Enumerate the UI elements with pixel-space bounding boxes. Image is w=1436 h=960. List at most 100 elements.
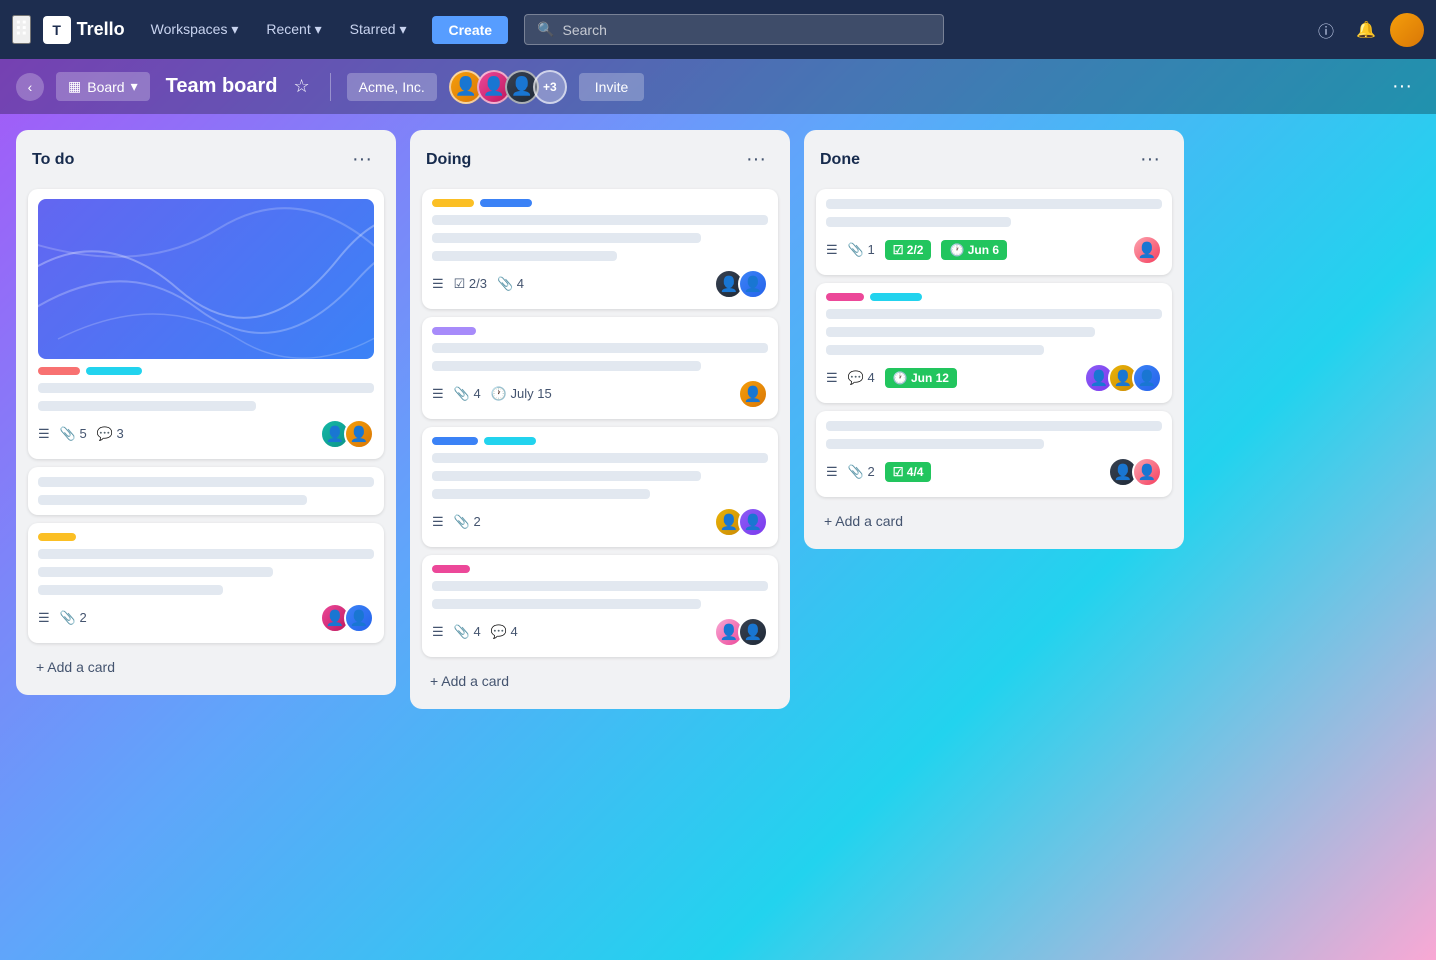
list-icon: ☰ [38,610,50,626]
card-8[interactable]: ☰ 📎 1 ☑ 2/2 🕐 Jun 6 👤 [816,189,1172,275]
workspaces-menu[interactable]: Workspaces ▾ [141,15,249,44]
list-title-doing: Doing [426,151,471,169]
trello-logo-icon: T [43,16,71,44]
card-4-labels [432,199,768,207]
card-2-line-1 [38,477,374,487]
search-bar[interactable]: 🔍 [524,14,944,45]
card-9-line-3 [826,345,1044,355]
list-icon: ☰ [826,242,838,258]
list-todo: To do ··· ☰ 📎 5 💬 3 👤 [16,130,396,695]
attach-count: 📎 2 [60,610,87,626]
starred-menu[interactable]: Starred ▾ [340,15,417,44]
card-3-footer: ☰ 📎 2 👤 👤 [38,603,374,633]
card-8-meta: ☰ 📎 1 ☑ 2/2 🕐 Jun 6 [826,240,1007,260]
card-3-avatars: 👤 👤 [320,603,374,633]
card-6[interactable]: ☰ 📎 2 👤 👤 [422,427,778,547]
card-9-footer: ☰ 💬 4 🕐 Jun 12 👤 👤 👤 [826,363,1162,393]
create-button[interactable]: Create [432,16,508,44]
member-count-badge[interactable]: +3 [533,70,567,104]
card-9-line-2 [826,327,1095,337]
card-5[interactable]: ☰ 📎 4 🕐 July 15 👤 [422,317,778,419]
collapse-sidebar-button[interactable]: ‹ [16,73,44,101]
card-7-footer: ☰ 📎 4 💬 4 👤 👤 [432,617,768,647]
card-2[interactable] [28,467,384,515]
card-avatar-pink-light2[interactable]: 👤 [1132,457,1162,487]
card-10-avatars: 👤 👤 [1108,457,1162,487]
card-3-line-2 [38,567,273,577]
card-1-footer: ☰ 📎 5 💬 3 👤 👤 [38,419,374,449]
user-avatar[interactable] [1390,13,1424,47]
list-done: Done ··· ☰ 📎 1 ☑ 2/2 🕐 Jun 6 👤 [804,130,1184,549]
list-header-done: Done ··· [816,142,1172,181]
label-yellow [38,533,76,541]
list-header-doing: Doing ··· [422,142,778,181]
card-10[interactable]: ☰ 📎 2 ☑ 4/4 👤 👤 [816,411,1172,497]
invite-button[interactable]: Invite [579,73,644,101]
card-7[interactable]: ☰ 📎 4 💬 4 👤 👤 [422,555,778,657]
search-icon: 🔍 [537,21,554,38]
list-doing: Doing ··· ☰ ☑ 2/3 📎 4 👤 👤 [410,130,790,709]
list-title-done: Done [820,151,860,169]
card-avatar-amber[interactable]: 👤 [344,419,374,449]
workspace-chip[interactable]: Acme, Inc. [347,73,437,101]
list-more-todo[interactable]: ··· [344,146,380,173]
info-button[interactable]: ⓘ [1310,14,1342,46]
card-avatar-amber2[interactable]: 👤 [738,379,768,409]
checklist-badge: ☑ 2/3 [454,276,487,292]
grid-icon[interactable]: ⠿ [12,15,31,44]
card-avatar-purple[interactable]: 👤 [738,507,768,537]
card-8-line-1 [826,199,1162,209]
card-avatar-blue[interactable]: 👤 [344,603,374,633]
search-input[interactable] [563,22,932,38]
card-avatar-pink-light[interactable]: 👤 [1132,235,1162,265]
label-yellow2 [432,199,474,207]
card-3-meta: ☰ 📎 2 [38,610,87,626]
card-1-meta: ☰ 📎 5 💬 3 [38,426,124,442]
card-3-labels [38,533,374,541]
notifications-button[interactable]: 🔔 [1350,14,1382,46]
recent-menu[interactable]: Recent ▾ [256,15,331,44]
board-view-chevron: ▾ [131,78,138,95]
card-avatar-dark2[interactable]: 👤 [738,617,768,647]
top-nav: ⠿ T Trello Workspaces ▾ Recent ▾ Starred… [0,0,1436,59]
card-6-line-3 [432,489,650,499]
add-card-todo[interactable]: + Add a card [28,651,384,683]
card-5-line-2 [432,361,701,371]
card-9-meta: ☰ 💬 4 🕐 Jun 12 [826,368,957,388]
comment-count: 💬 3 [97,426,124,442]
card-cover-1 [38,199,374,359]
card-2-line-2 [38,495,307,505]
list-more-done[interactable]: ··· [1132,146,1168,173]
card-6-labels [432,437,768,445]
card-3[interactable]: ☰ 📎 2 👤 👤 [28,523,384,643]
card-5-line-1 [432,343,768,353]
separator [330,73,331,101]
card-9[interactable]: ☰ 💬 4 🕐 Jun 12 👤 👤 👤 [816,283,1172,403]
board-view-button[interactable]: ▦ Board ▾ [56,72,150,101]
card-9-avatars: 👤 👤 👤 [1084,363,1162,393]
card-avatar-blue3[interactable]: 👤 [1132,363,1162,393]
card-4[interactable]: ☰ ☑ 2/3 📎 4 👤 👤 [422,189,778,309]
list-icon: ☰ [826,464,838,480]
card-7-line-1 [432,581,768,591]
list-more-doing[interactable]: ··· [738,146,774,173]
card-4-line-2 [432,233,701,243]
checklist-badge-44: ☑ 4/4 [885,462,932,482]
due-date-badge2: 🕐 Jun 12 [885,368,957,388]
add-card-doing[interactable]: + Add a card [422,665,778,697]
card-1[interactable]: ☰ 📎 5 💬 3 👤 👤 [28,189,384,459]
board-more-button[interactable]: ··· [1384,71,1420,102]
card-6-line-1 [432,453,768,463]
list-icon: ☰ [826,370,838,386]
card-3-line-3 [38,585,223,595]
card-6-line-2 [432,471,701,481]
nav-right: ⓘ 🔔 [1310,13,1424,47]
logo[interactable]: T Trello [43,16,125,44]
card-avatar-blue2[interactable]: 👤 [738,269,768,299]
add-card-done[interactable]: + Add a card [816,505,1172,537]
card-8-line-2 [826,217,1011,227]
card-1-avatars: 👤 👤 [320,419,374,449]
star-board-button[interactable]: ☆ [290,72,314,101]
card-5-meta: ☰ 📎 4 🕐 July 15 [432,386,552,402]
label-cyan [86,367,142,375]
